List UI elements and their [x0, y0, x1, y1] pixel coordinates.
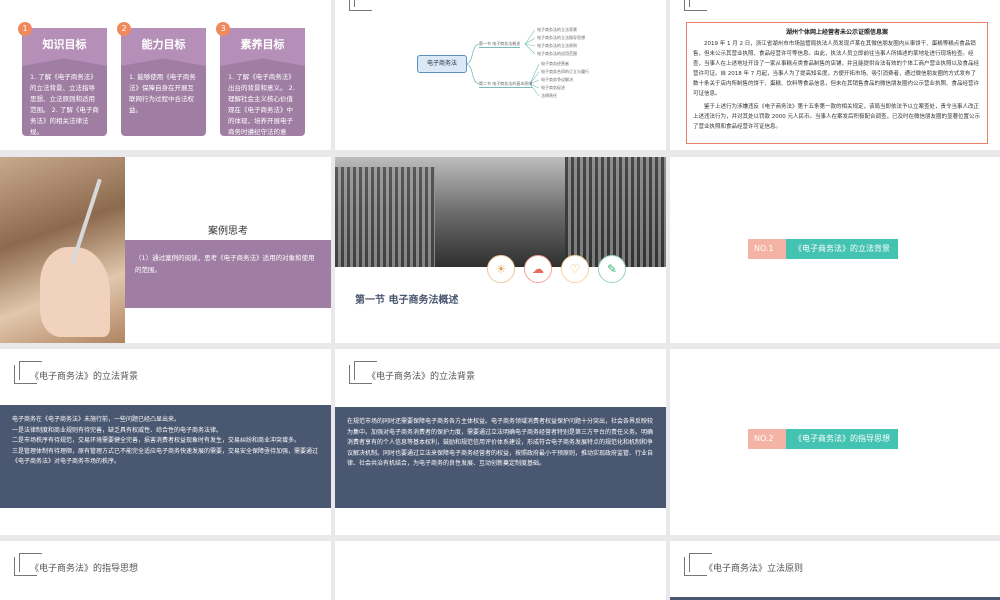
- card-body: 1. 能够使用《电子商务法》保障自身在开展互联网行为过程中合法权益。: [129, 73, 196, 114]
- leaf: 电子商务法的立法原则: [537, 43, 577, 48]
- background-text-box: 在规范市场的同时还需要保障电子商务各方主体权益。电子商务领域消费者权益保护问题十…: [335, 407, 666, 508]
- card-body: 1. 了解《电子商务法》的立法背景、立法指导思想、立法原则和适用范围。 2. 了…: [30, 73, 99, 136]
- text-line: 二是市场秩序有待规范，交易环境需要健全完善，损害消费者权益现象时有发生，交易纠纷…: [12, 437, 301, 444]
- leaf: 电子商务法的立法背景: [537, 27, 577, 32]
- leaf: 法律责任: [541, 93, 557, 98]
- leaf: 电子商务促进: [541, 85, 565, 90]
- slide-case-thinking[interactable]: 案例思考 （1）通过案例的阅读，思考《电子商务法》适用的对象和使用的范围。: [0, 157, 331, 343]
- section-label: 《电子商务法》的立法背景: [786, 239, 898, 259]
- card-title: 素养目标: [220, 28, 305, 66]
- section-label: 《电子商务法》的指导思想: [786, 429, 898, 449]
- slide-title: 《电子商务法》立法原则: [704, 564, 804, 574]
- slide-background-2[interactable]: 《电子商务法》的立法背景 在规范市场的同时还需要保障电子商务各方主体权益。电子商…: [335, 349, 666, 535]
- case-paragraph-2: 鉴于上述行为涉嫌违反《电子商务法》第十五条第一款的相关规定，该局当即依法予以立案…: [693, 104, 980, 130]
- slide-section-cover[interactable]: ☀ ☁ ♡ ✎ 第一节 电子商务法概述: [335, 157, 666, 343]
- case-paragraph-1: 2019 年 1 月 2 日，浙江省湖州市市场监管局执法人员发现卢某在其微信朋友…: [693, 41, 980, 97]
- card-title: 能力目标: [121, 28, 206, 66]
- card-number-badge: 3: [216, 22, 230, 36]
- section-number: NO.2: [748, 429, 790, 449]
- text-line: 电子商务在《电子商务法》未施行前，一些问题已经凸显出来。: [12, 416, 181, 423]
- branch-2: 第二节 电子商务法的基本原则: [479, 81, 533, 88]
- classroom-photo: [0, 157, 125, 343]
- section-title: 第一节 电子商务法概述: [355, 295, 459, 306]
- frame-icon: [684, 0, 707, 11]
- text-line: 一是法律制度和商业规则有待完善，缺乏具有权威性、综合性的电子商务法律。: [12, 426, 223, 434]
- slide-guiding-thought[interactable]: 《电子商务法》的指导思想: [0, 541, 331, 600]
- slide-no2[interactable]: NO.2 《电子商务法》的指导思想: [670, 349, 1000, 535]
- leaf: 电子商务争议解决: [541, 77, 573, 82]
- card-number-badge: 1: [18, 22, 32, 36]
- objective-card-ability: 能力目标 1. 能够使用《电子商务法》保障自身在开展互联网行为过程中合法权益。: [121, 28, 206, 136]
- slide-mind-map[interactable]: 电子商务法 第一节 电子商务法概述 第二节 电子商务法的基本原则 电子商务法的立…: [335, 0, 666, 150]
- slide-blank[interactable]: [335, 541, 666, 600]
- leaf: 电子商务法的适用范围: [537, 51, 577, 56]
- slide-title: 《电子商务法》的立法背景: [367, 372, 476, 382]
- case-thinking-heading: 案例思考: [208, 226, 248, 237]
- slide-title: 《电子商务法》的立法背景: [30, 372, 139, 382]
- slide-no1[interactable]: NO.1 《电子商务法》的立法背景: [670, 157, 1000, 343]
- case-question-box: （1）通过案例的阅读，思考《电子商务法》适用的对象和使用的范围。: [125, 240, 331, 308]
- case-box: 湖州个体网上经营者未公示证照信息案 2019 年 1 月 2 日，浙江省湖州市市…: [686, 22, 988, 144]
- slide-principles[interactable]: 《电子商务法》立法原则: [670, 541, 1000, 600]
- objective-card-literacy: 素养目标 1. 了解《电子商务法》出台的背景和意义。 2. 理解社会主义核心价值…: [220, 28, 305, 147]
- building-photo: [335, 157, 666, 267]
- mind-map-root: 电子商务法: [417, 55, 467, 73]
- slide-background-1[interactable]: 《电子商务法》的立法背景 电子商务在《电子商务法》未施行前，一些问题已经凸显出来…: [0, 349, 331, 535]
- background-text-box: 电子商务在《电子商务法》未施行前，一些问题已经凸显出来。 一是法律制度和商业规则…: [0, 405, 331, 508]
- section-number: NO.1: [748, 239, 790, 259]
- pen-icon: ✎: [598, 255, 626, 283]
- text-line: 三是管理体制有待理顺，原有管理方式已不能完全适应电子商务快速发展的需要，交易安全…: [12, 447, 319, 466]
- lightbulb-icon: ☀: [487, 255, 515, 283]
- building-right: [565, 157, 666, 267]
- branch-1: 第一节 电子商务法概述: [479, 41, 521, 48]
- objective-card-knowledge: 知识目标 1. 了解《电子商务法》的立法背景、立法指导思想、立法原则和适用范围。…: [22, 28, 107, 136]
- card-body: 1. 了解《电子商务法》出台的背景和意义。 2. 理解社会主义核心价值观在《电子…: [228, 73, 295, 147]
- slide-learning-objectives[interactable]: 知识目标 1. 了解《电子商务法》的立法背景、立法指导思想、立法原则和适用范围。…: [0, 0, 331, 150]
- heart-icon: ♡: [561, 255, 589, 283]
- card-number-badge: 2: [117, 22, 131, 36]
- leaf: 电子商务经营者: [541, 61, 569, 66]
- slide-title: 《电子商务法》的指导思想: [30, 564, 139, 574]
- slide-case-text[interactable]: 湖州个体网上经营者未公示证照信息案 2019 年 1 月 2 日，浙江省湖州市市…: [670, 0, 1000, 150]
- case-title: 湖州个体网上经营者未公示证照信息案: [785, 29, 888, 36]
- leaf: 电子商务合同的订立与履行: [541, 69, 589, 74]
- building-left: [335, 167, 435, 267]
- leaf: 电子商务法的立法指导思想: [537, 35, 585, 40]
- case-question: （1）通过案例的阅读，思考《电子商务法》适用的对象和使用的范围。: [135, 254, 315, 274]
- card-title: 知识目标: [22, 28, 107, 66]
- mind-map-lines: [464, 29, 540, 97]
- cloud-icon: ☁: [524, 255, 552, 283]
